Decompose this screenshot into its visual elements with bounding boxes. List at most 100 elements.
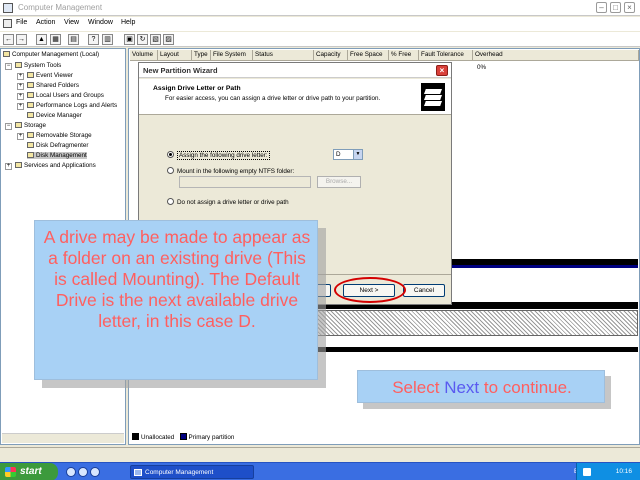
export-list-icon[interactable]: ▥ [102,34,113,45]
collapse-system-tools[interactable]: − [5,63,12,70]
wizard-titlebar[interactable]: New Partition Wizard × [139,63,451,78]
tray-icon[interactable] [583,468,591,476]
column-free-space[interactable]: Free Space [348,50,389,61]
taskbar-item-computer-management[interactable]: Computer Management [130,465,254,479]
mount-folder-path-input[interactable] [179,176,311,188]
expand-performance-logs[interactable]: + [17,103,24,110]
event-viewer-icon [27,72,34,78]
refresh-icon[interactable]: ↻ [137,34,148,45]
column-capacity[interactable]: Capacity [314,50,348,61]
tree-item-removable-storage[interactable]: Removable Storage [27,132,92,139]
chevron-down-icon[interactable]: ▼ [353,150,362,159]
radio-assign-drive-letter[interactable] [167,151,174,158]
column-percent-free[interactable]: % Free [389,50,419,61]
quick-launch-media-icon[interactable] [78,467,88,477]
option-mount-folder[interactable]: Mount in the following empty NTFS folder… [167,167,294,175]
back-arrow-icon[interactable]: ← [3,34,14,45]
unallocated-swatch [132,433,139,440]
properties-icon[interactable]: ▤ [68,34,79,45]
cancel-button[interactable]: Cancel [403,284,445,297]
computer-icon [3,51,10,57]
status-bar [0,447,640,462]
services-icon [15,162,22,168]
wizard-title: New Partition Wizard [143,66,218,75]
disk-legend: Unallocated Primary partition [132,433,234,441]
next-button-highlight-ring [334,277,406,303]
browse-button[interactable]: Browse... [317,176,361,188]
tree-item-event-viewer[interactable]: Event Viewer [27,72,73,79]
quick-launch-desktop-icon[interactable] [66,467,76,477]
show-tree-icon[interactable]: ▦ [50,34,61,45]
column-volume[interactable]: Volume [130,50,158,61]
settings-icon[interactable]: ▨ [163,34,174,45]
disk-wizard-icon [421,83,445,111]
expand-shared-folders[interactable]: + [17,83,24,90]
tree-item-system-tools[interactable]: System Tools [15,62,61,69]
menu-action[interactable]: Action [36,19,55,26]
menu-file[interactable]: File [16,19,27,26]
rescan-icon[interactable]: ▧ [150,34,161,45]
expand-services[interactable]: + [5,163,12,170]
tree-horizontal-scrollbar[interactable] [2,433,124,443]
tree-item-performance-logs[interactable]: Performance Logs and Alerts [27,102,117,109]
tree-item-services-and-applications[interactable]: Services and Applications [15,162,96,169]
taskbar: start Computer Management EN 10:16 [0,462,640,480]
window-title: Computer Management [18,3,103,12]
expand-removable-storage[interactable]: + [17,133,24,140]
column-overhead[interactable]: Overhead [473,50,639,61]
help-icon[interactable]: ? [88,34,99,45]
column-status[interactable]: Status [253,50,314,61]
folder-icon [27,82,34,88]
collapse-storage[interactable]: − [5,123,12,130]
tree-item-device-manager[interactable]: Device Manager [27,112,82,119]
tools-icon [15,62,22,68]
wizard-subheading: For easier access, you can assign a driv… [165,95,381,102]
wizard-close-button[interactable]: × [436,65,448,76]
drive-letter-select[interactable]: D ▼ [333,149,363,160]
expand-local-users[interactable]: + [17,93,24,100]
window-titlebar[interactable]: Computer Management – □ × [0,0,640,16]
primary-partition-swatch [179,433,187,440]
tree-item-local-users[interactable]: Local Users and Groups [27,92,104,99]
column-fault-tolerance[interactable]: Fault Tolerance [419,50,473,61]
menu-window[interactable]: Window [88,19,113,26]
column-file-system[interactable]: File System [211,50,253,61]
quick-launch-browser-icon[interactable] [90,467,100,477]
maximize-button[interactable]: □ [610,2,621,13]
windows-logo-icon [5,467,16,477]
continue-instruction-callout: Select Next to continue. [357,370,605,403]
close-button[interactable]: × [624,2,635,13]
clock[interactable]: 10:16 [616,468,632,475]
minimize-button[interactable]: – [596,2,607,13]
disk-management-icon [27,152,34,158]
mounting-explanation-callout: A drive may be made to appear as a folde… [34,220,318,380]
removable-storage-icon [27,132,34,138]
radio-no-drive-letter[interactable] [167,198,174,205]
tree-item-disk-defragmenter[interactable]: Disk Defragmenter [27,142,89,149]
overhead-value: 0% [477,64,487,71]
column-layout[interactable]: Layout [158,50,192,61]
menu-bar: File Action View Window Help [0,17,640,31]
users-icon [27,92,34,98]
computer-management-icon [3,3,13,13]
tree-item-storage[interactable]: Storage [15,122,46,129]
continue-instruction-text: Select Next to continue. [392,378,572,397]
console-icon[interactable] [3,19,12,28]
tree-item-shared-folders[interactable]: Shared Folders [27,82,79,89]
menu-view[interactable]: View [64,19,79,26]
tree-item-disk-management[interactable]: Disk Management [27,152,87,159]
disk-view-icon[interactable]: ▣ [124,34,135,45]
wizard-header: Assign Drive Letter or Path For easier a… [139,79,451,115]
option-assign-drive-letter[interactable]: Assign the following drive letter: [167,151,270,160]
menu-help[interactable]: Help [121,19,135,26]
start-button[interactable]: start [0,463,58,480]
storage-icon [15,122,22,128]
radio-mount-folder[interactable] [167,167,174,174]
expand-event-viewer[interactable]: + [17,73,24,80]
up-folder-icon[interactable]: ▲ [36,34,47,45]
tree-root[interactable]: Computer Management (Local) [3,51,99,58]
column-type[interactable]: Type [192,50,211,61]
forward-arrow-icon[interactable]: → [16,34,27,45]
option-no-drive-letter[interactable]: Do not assign a drive letter or drive pa… [167,198,289,206]
toolbar: ← → ▲ ▦ ▤ ? ▥ ▣ ↻ ▧ ▨ [0,32,640,47]
